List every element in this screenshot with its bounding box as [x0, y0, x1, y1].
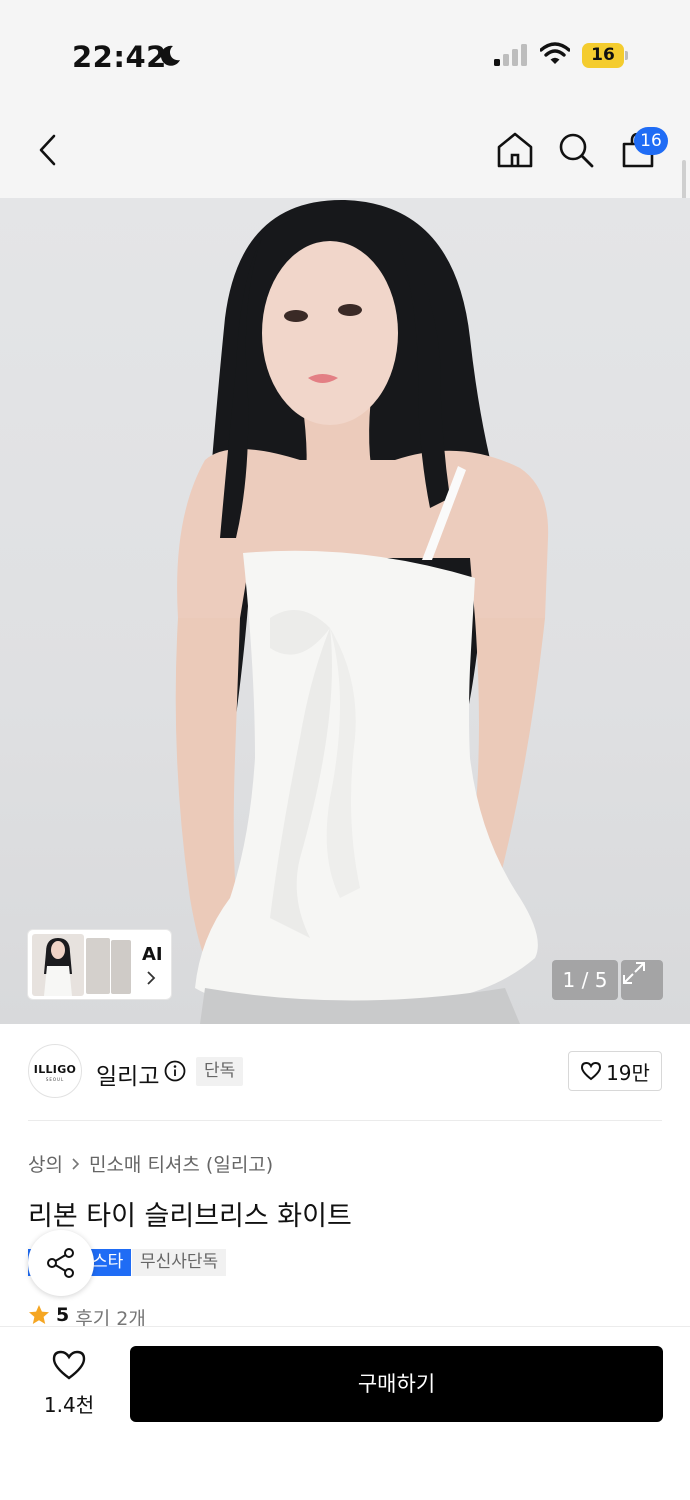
- brand-logo-subtext: SEOUL: [45, 1077, 65, 1082]
- expand-image-button[interactable]: [621, 960, 663, 1000]
- star-icon: [29, 1305, 49, 1324]
- wishlist-count: 1.4천: [43, 1393, 95, 1417]
- moon-icon: [158, 44, 182, 72]
- home-icon: [497, 132, 533, 168]
- brand-like-button[interactable]: 19만: [568, 1051, 662, 1091]
- brand-logo-text: ILLIGO: [33, 1063, 77, 1076]
- rating-value: 5: [56, 1304, 70, 1326]
- top-nav-bar: [0, 100, 690, 198]
- info-icon[interactable]: [164, 1060, 186, 1086]
- share-icon: [47, 1248, 74, 1278]
- wishlist-button[interactable]: 1.4천: [30, 1349, 108, 1418]
- home-button[interactable]: [495, 130, 535, 170]
- brand-like-count: 19만: [606, 1060, 650, 1085]
- thumbnail-image: [86, 938, 110, 994]
- search-icon: [559, 133, 594, 168]
- product-photo: [175, 199, 549, 1024]
- breadcrumb: 상의 민소매 티셔츠 (일리고): [28, 1150, 273, 1177]
- image-page-indicator: 1 / 5: [552, 960, 618, 1000]
- product-image-gallery[interactable]: AI 1 / 5: [0, 198, 690, 1024]
- cart-count-badge: 16: [634, 127, 668, 155]
- product-title: 리본 타이 슬리브리스 화이트: [28, 1201, 352, 1232]
- heart-icon: [52, 1350, 86, 1380]
- wifi-icon: [539, 42, 571, 70]
- status-bar: 22:42 16: [0, 0, 690, 100]
- back-arrow-icon: [39, 134, 56, 166]
- exclusive-badge: 단독: [196, 1057, 244, 1086]
- battery-level: 16: [591, 45, 615, 65]
- ai-label: AI: [142, 944, 163, 965]
- battery-icon: 16: [582, 43, 628, 68]
- status-time: 22:42: [72, 40, 167, 74]
- divider: [28, 1120, 662, 1121]
- cellular-signal-icon: [494, 44, 528, 70]
- chevron-right-icon: [72, 1157, 80, 1170]
- thumbnail-image: [111, 940, 131, 994]
- heart-icon: [581, 1061, 602, 1081]
- back-button[interactable]: [28, 130, 68, 170]
- musinsa-exclusive-tag: 무신사단독: [132, 1249, 227, 1276]
- rating-row[interactable]: 5 후기 2개: [28, 1304, 146, 1328]
- breadcrumb-subcategory[interactable]: 민소매 티셔츠 (일리고): [89, 1150, 273, 1177]
- breadcrumb-category[interactable]: 상의: [28, 1150, 63, 1177]
- brand-name[interactable]: 일리고: [96, 1057, 159, 1091]
- search-button[interactable]: [556, 130, 596, 170]
- brand-logo[interactable]: ILLIGO SEOUL: [28, 1044, 82, 1098]
- share-button[interactable]: [28, 1230, 94, 1296]
- buy-button[interactable]: 구매하기: [130, 1346, 663, 1422]
- ai-style-thumbnail[interactable]: AI: [27, 929, 172, 1000]
- review-count: 후기 2개: [75, 1308, 146, 1328]
- bottom-action-bar: 1.4천 구매하기: [0, 1326, 690, 1500]
- expand-icon: [623, 962, 645, 984]
- thumbnail-image: [32, 934, 84, 996]
